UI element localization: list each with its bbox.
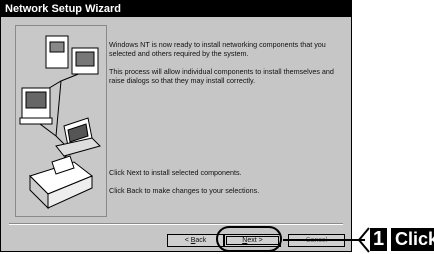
callout-pointer-line xyxy=(283,239,365,241)
process-paragraph: This process will allow individual compo… xyxy=(109,67,334,85)
callout-bracket-icon xyxy=(357,227,370,253)
network-setup-wizard-window: Network Setup Wizard Windows NT is now r… xyxy=(0,0,352,252)
step-number-badge: 1 xyxy=(370,228,387,251)
footer-divider xyxy=(9,223,343,225)
back-instruction-text: Click Back to make changes to your selec… xyxy=(109,186,260,195)
next-highlight-ring xyxy=(216,226,282,252)
next-instruction-text: Click Next to install selected component… xyxy=(109,168,242,177)
click-callout-label: Click xyxy=(391,228,434,251)
intro-paragraph: Windows NT is now ready to install netwo… xyxy=(109,40,326,58)
network-illustration xyxy=(15,25,107,217)
back-label-rest: ack xyxy=(195,237,207,244)
network-computers-icon xyxy=(19,35,101,210)
window-title: Network Setup Wizard xyxy=(1,1,351,17)
